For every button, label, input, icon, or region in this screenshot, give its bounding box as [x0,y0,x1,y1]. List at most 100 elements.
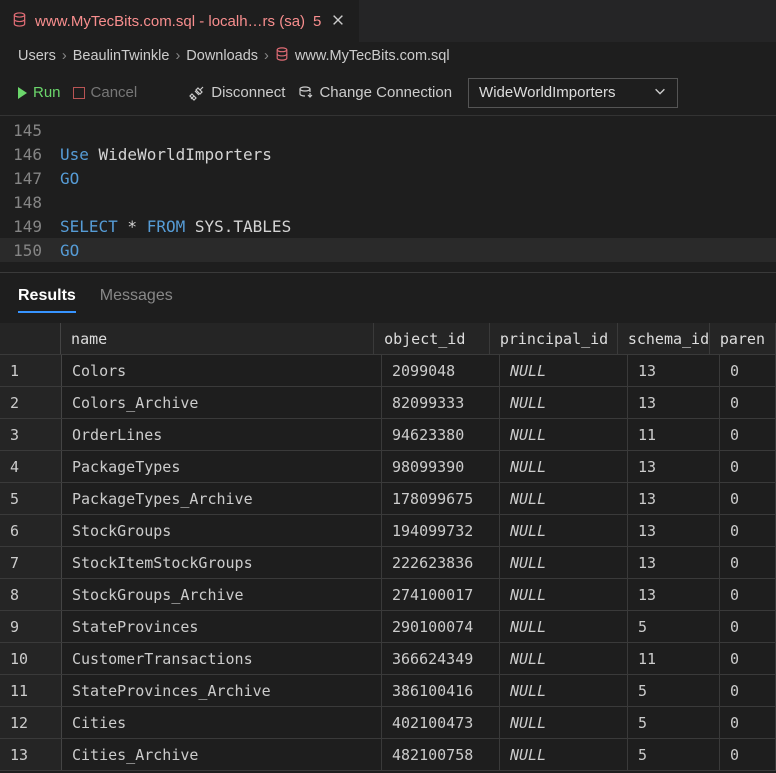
table-row[interactable]: 12Cities402100473NULL50 [0,707,776,739]
cell[interactable]: NULL [500,579,628,610]
cell[interactable]: 0 [720,707,776,738]
cell[interactable]: 5 [628,707,720,738]
code-line[interactable]: 147GO [0,166,776,190]
cell[interactable]: NULL [500,611,628,642]
table-row[interactable]: 2Colors_Archive82099333NULL130 [0,387,776,419]
breadcrumb-segment[interactable]: www.MyTecBits.com.sql [295,48,450,64]
code-line[interactable]: 149SELECT * FROM SYS.TABLES [0,214,776,238]
cell[interactable]: 11 [628,643,720,674]
column-header[interactable]: principal_id [490,323,618,354]
cell[interactable]: 5 [628,739,720,770]
cell[interactable]: 0 [720,419,776,450]
cell[interactable]: NULL [500,387,628,418]
cell[interactable]: NULL [500,707,628,738]
table-row[interactable]: 8StockGroups_Archive274100017NULL130 [0,579,776,611]
cell[interactable]: 2099048 [382,355,500,386]
cell[interactable]: 0 [720,515,776,546]
cell[interactable]: 94623380 [382,419,500,450]
cell[interactable]: NULL [500,547,628,578]
cell[interactable]: 0 [720,451,776,482]
cell[interactable]: 0 [720,643,776,674]
cell[interactable]: 13 [628,515,720,546]
cell[interactable]: 13 [628,547,720,578]
cell[interactable]: 290100074 [382,611,500,642]
cell[interactable]: 13 [628,387,720,418]
column-header[interactable]: name [61,323,374,354]
breadcrumb-segment[interactable]: BeaulinTwinkle [73,48,170,64]
cell[interactable]: 5 [628,611,720,642]
cell[interactable]: 11 [628,419,720,450]
table-row[interactable]: 9StateProvinces290100074NULL50 [0,611,776,643]
cell[interactable]: StateProvinces_Archive [62,675,382,706]
column-header[interactable]: paren [710,323,776,354]
cell[interactable]: 13 [628,579,720,610]
cell[interactable]: StateProvinces [62,611,382,642]
database-select[interactable]: WideWorldImporters [468,78,678,108]
cell[interactable]: NULL [500,355,628,386]
cell[interactable]: NULL [500,419,628,450]
cell[interactable]: CustomerTransactions [62,643,382,674]
cell[interactable]: StockItemStockGroups [62,547,382,578]
run-button[interactable]: Run [18,84,61,101]
cell[interactable]: Colors [62,355,382,386]
code-line[interactable]: 146Use WideWorldImporters [0,142,776,166]
cell[interactable]: 0 [720,579,776,610]
cell[interactable]: 366624349 [382,643,500,674]
column-header[interactable]: object_id [374,323,490,354]
code-line[interactable]: 150GO [0,238,776,262]
column-header[interactable] [0,323,61,354]
table-row[interactable]: 13Cities_Archive482100758NULL50 [0,739,776,771]
cell[interactable]: Cities_Archive [62,739,382,770]
cell[interactable]: PackageTypes_Archive [62,483,382,514]
cell[interactable]: NULL [500,515,628,546]
cell[interactable]: 0 [720,611,776,642]
table-row[interactable]: 11StateProvinces_Archive386100416NULL50 [0,675,776,707]
cell[interactable]: NULL [500,675,628,706]
cell[interactable]: NULL [500,451,628,482]
cell[interactable]: 0 [720,483,776,514]
results-grid[interactable]: nameobject_idprincipal_idschema_idparen1… [0,323,776,771]
table-row[interactable]: 7StockItemStockGroups222623836NULL130 [0,547,776,579]
cell[interactable]: 0 [720,739,776,770]
table-row[interactable]: 3OrderLines94623380NULL110 [0,419,776,451]
cell[interactable]: 0 [720,675,776,706]
cell[interactable]: StockGroups_Archive [62,579,382,610]
cell[interactable]: 0 [720,355,776,386]
editor-tab[interactable]: www.MyTecBits.com.sql - localh…rs (sa) 5 [0,0,359,42]
cell[interactable]: PackageTypes [62,451,382,482]
breadcrumb-segment[interactable]: Users [18,48,56,64]
cell[interactable]: 5 [628,675,720,706]
cell[interactable]: 274100017 [382,579,500,610]
table-row[interactable]: 6StockGroups194099732NULL130 [0,515,776,547]
code-line[interactable]: 148 [0,190,776,214]
change-connection-button[interactable]: Change Connection [297,84,452,101]
cell[interactable]: 386100416 [382,675,500,706]
cell[interactable]: Cities [62,707,382,738]
cell[interactable]: NULL [500,739,628,770]
cell[interactable]: 13 [628,483,720,514]
cell[interactable]: NULL [500,643,628,674]
code-editor[interactable]: 145146Use WideWorldImporters147GO148149S… [0,116,776,272]
cell[interactable]: 0 [720,547,776,578]
tab-messages[interactable]: Messages [100,287,173,313]
cell[interactable]: StockGroups [62,515,382,546]
cell[interactable]: 482100758 [382,739,500,770]
tab-results[interactable]: Results [18,287,76,313]
table-row[interactable]: 10CustomerTransactions366624349NULL110 [0,643,776,675]
column-header[interactable]: schema_id [618,323,710,354]
close-icon[interactable] [329,11,347,33]
breadcrumb-segment[interactable]: Downloads [186,48,258,64]
cell[interactable]: 178099675 [382,483,500,514]
cell[interactable]: 222623836 [382,547,500,578]
table-row[interactable]: 5PackageTypes_Archive178099675NULL130 [0,483,776,515]
table-row[interactable]: 1Colors2099048NULL130 [0,355,776,387]
disconnect-button[interactable]: Disconnect [189,84,285,101]
cell[interactable]: OrderLines [62,419,382,450]
cell[interactable]: Colors_Archive [62,387,382,418]
cell[interactable]: 0 [720,387,776,418]
cell[interactable]: 194099732 [382,515,500,546]
cell[interactable]: NULL [500,483,628,514]
cell[interactable]: 402100473 [382,707,500,738]
code-line[interactable]: 145 [0,118,776,142]
table-row[interactable]: 4PackageTypes98099390NULL130 [0,451,776,483]
